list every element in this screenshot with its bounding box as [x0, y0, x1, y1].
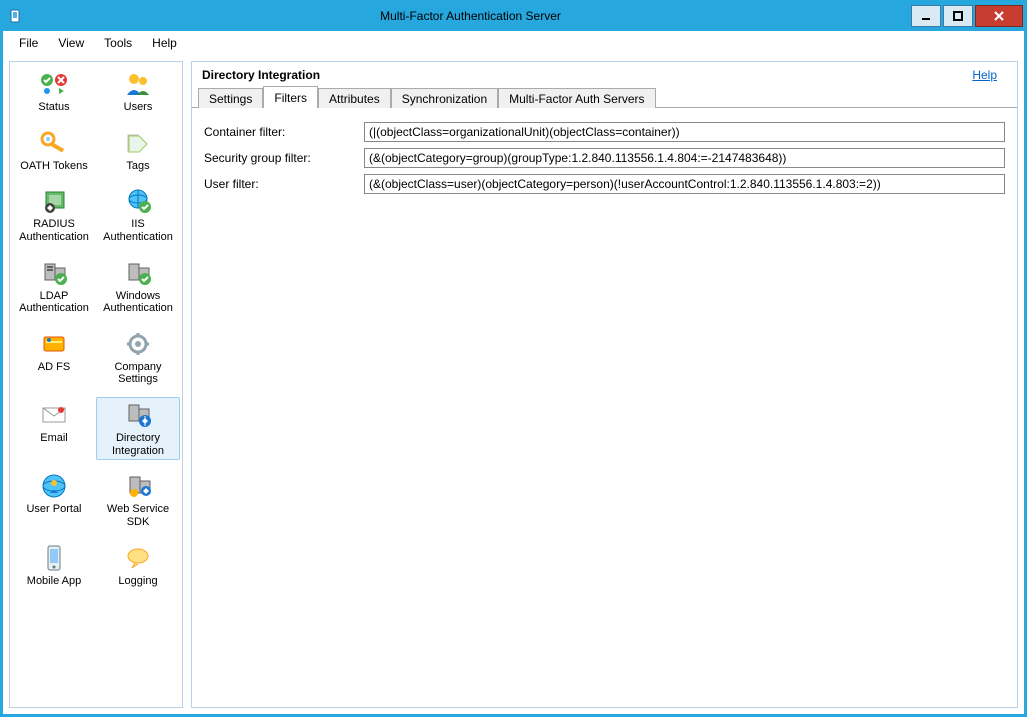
help-link[interactable]: Help	[972, 68, 997, 82]
sidebar-label: RADIUS Authentication	[14, 218, 94, 243]
container-filter-label: Container filter:	[204, 125, 364, 139]
sidebar-item-status[interactable]: Status	[12, 66, 96, 117]
sidebar-item-directory-integration[interactable]: Directory Integration	[96, 397, 180, 460]
sidebar-item-tags[interactable]: Tags	[96, 125, 180, 176]
email-icon	[37, 400, 71, 430]
tab-synchronization[interactable]: Synchronization	[391, 88, 498, 108]
app-icon	[8, 8, 24, 24]
sidebar-label: Tags	[126, 160, 149, 173]
sidebar-label: Email	[40, 432, 68, 445]
sidebar-item-users[interactable]: Users	[96, 66, 180, 117]
page-title: Directory Integration	[202, 68, 320, 82]
sidebar-item-oath-tokens[interactable]: OATH Tokens	[12, 125, 96, 176]
sidebar-label: Windows Authentication	[98, 290, 178, 315]
sidebar-label: LDAP Authentication	[14, 290, 94, 315]
sidebar-label: Web Service SDK	[98, 503, 178, 528]
menu-tools[interactable]: Tools	[94, 33, 142, 53]
sidebar-item-user-portal[interactable]: User Portal	[12, 468, 96, 531]
menubar: File View Tools Help	[3, 31, 1024, 55]
maximize-button[interactable]	[943, 5, 973, 27]
security-filter-label: Security group filter:	[204, 151, 364, 165]
tab-bar: Settings Filters Attributes Synchronizat…	[192, 86, 1017, 108]
minimize-button[interactable]	[911, 5, 941, 27]
sidebar-item-web-service-sdk[interactable]: Web Service SDK	[96, 468, 180, 531]
sidebar-item-mobile-app[interactable]: Mobile App	[12, 540, 96, 591]
user-portal-icon	[37, 471, 71, 501]
menu-help[interactable]: Help	[142, 33, 187, 53]
gear-icon	[121, 329, 155, 359]
sidebar-item-radius[interactable]: RADIUS Authentication	[12, 183, 96, 246]
sidebar: Status Users OATH Tokens	[9, 61, 183, 708]
sidebar-item-ldap[interactable]: LDAP Authentication	[12, 255, 96, 318]
ldap-icon	[37, 258, 71, 288]
sidebar-label: OATH Tokens	[20, 160, 87, 173]
sidebar-item-logging[interactable]: Logging	[96, 540, 180, 591]
security-filter-input[interactable]	[364, 148, 1005, 168]
directory-icon	[121, 400, 155, 430]
close-button[interactable]	[975, 5, 1023, 27]
tab-content-filters: Container filter: Security group filter:…	[192, 108, 1017, 214]
adfs-icon	[37, 329, 71, 359]
status-icon	[37, 69, 71, 99]
sidebar-label: Logging	[118, 575, 157, 588]
menu-file[interactable]: File	[9, 33, 48, 53]
titlebar: Multi-Factor Authentication Server	[2, 2, 1025, 30]
sidebar-label: Directory Integration	[98, 432, 178, 457]
container-filter-input[interactable]	[364, 122, 1005, 142]
key-icon	[37, 128, 71, 158]
sidebar-item-email[interactable]: Email	[12, 397, 96, 460]
iis-icon	[121, 186, 155, 216]
users-icon	[121, 69, 155, 99]
menu-view[interactable]: View	[48, 33, 94, 53]
sidebar-label: Mobile App	[27, 575, 81, 588]
windows-auth-icon	[121, 258, 155, 288]
window-title: Multi-Factor Authentication Server	[30, 9, 911, 23]
sidebar-label: Company Settings	[98, 361, 178, 386]
user-filter-input[interactable]	[364, 174, 1005, 194]
tags-icon	[121, 128, 155, 158]
tab-mfa-servers[interactable]: Multi-Factor Auth Servers	[498, 88, 655, 108]
tab-filters[interactable]: Filters	[263, 86, 318, 108]
tab-settings[interactable]: Settings	[198, 88, 263, 108]
sidebar-label: IIS Authentication	[98, 218, 178, 243]
main-panel: Directory Integration Help Settings Filt…	[191, 61, 1018, 708]
sidebar-item-windows-auth[interactable]: Windows Authentication	[96, 255, 180, 318]
sidebar-label: Status	[38, 101, 69, 114]
sidebar-label: Users	[124, 101, 153, 114]
logging-icon	[121, 543, 155, 573]
user-filter-label: User filter:	[204, 177, 364, 191]
sidebar-label: AD FS	[38, 361, 70, 374]
sdk-icon	[121, 471, 155, 501]
sidebar-item-iis[interactable]: IIS Authentication	[96, 183, 180, 246]
mobile-icon	[37, 543, 71, 573]
tab-attributes[interactable]: Attributes	[318, 88, 391, 108]
sidebar-item-company-settings[interactable]: Company Settings	[96, 326, 180, 389]
sidebar-label: User Portal	[26, 503, 81, 516]
radius-icon	[37, 186, 71, 216]
sidebar-item-adfs[interactable]: AD FS	[12, 326, 96, 389]
